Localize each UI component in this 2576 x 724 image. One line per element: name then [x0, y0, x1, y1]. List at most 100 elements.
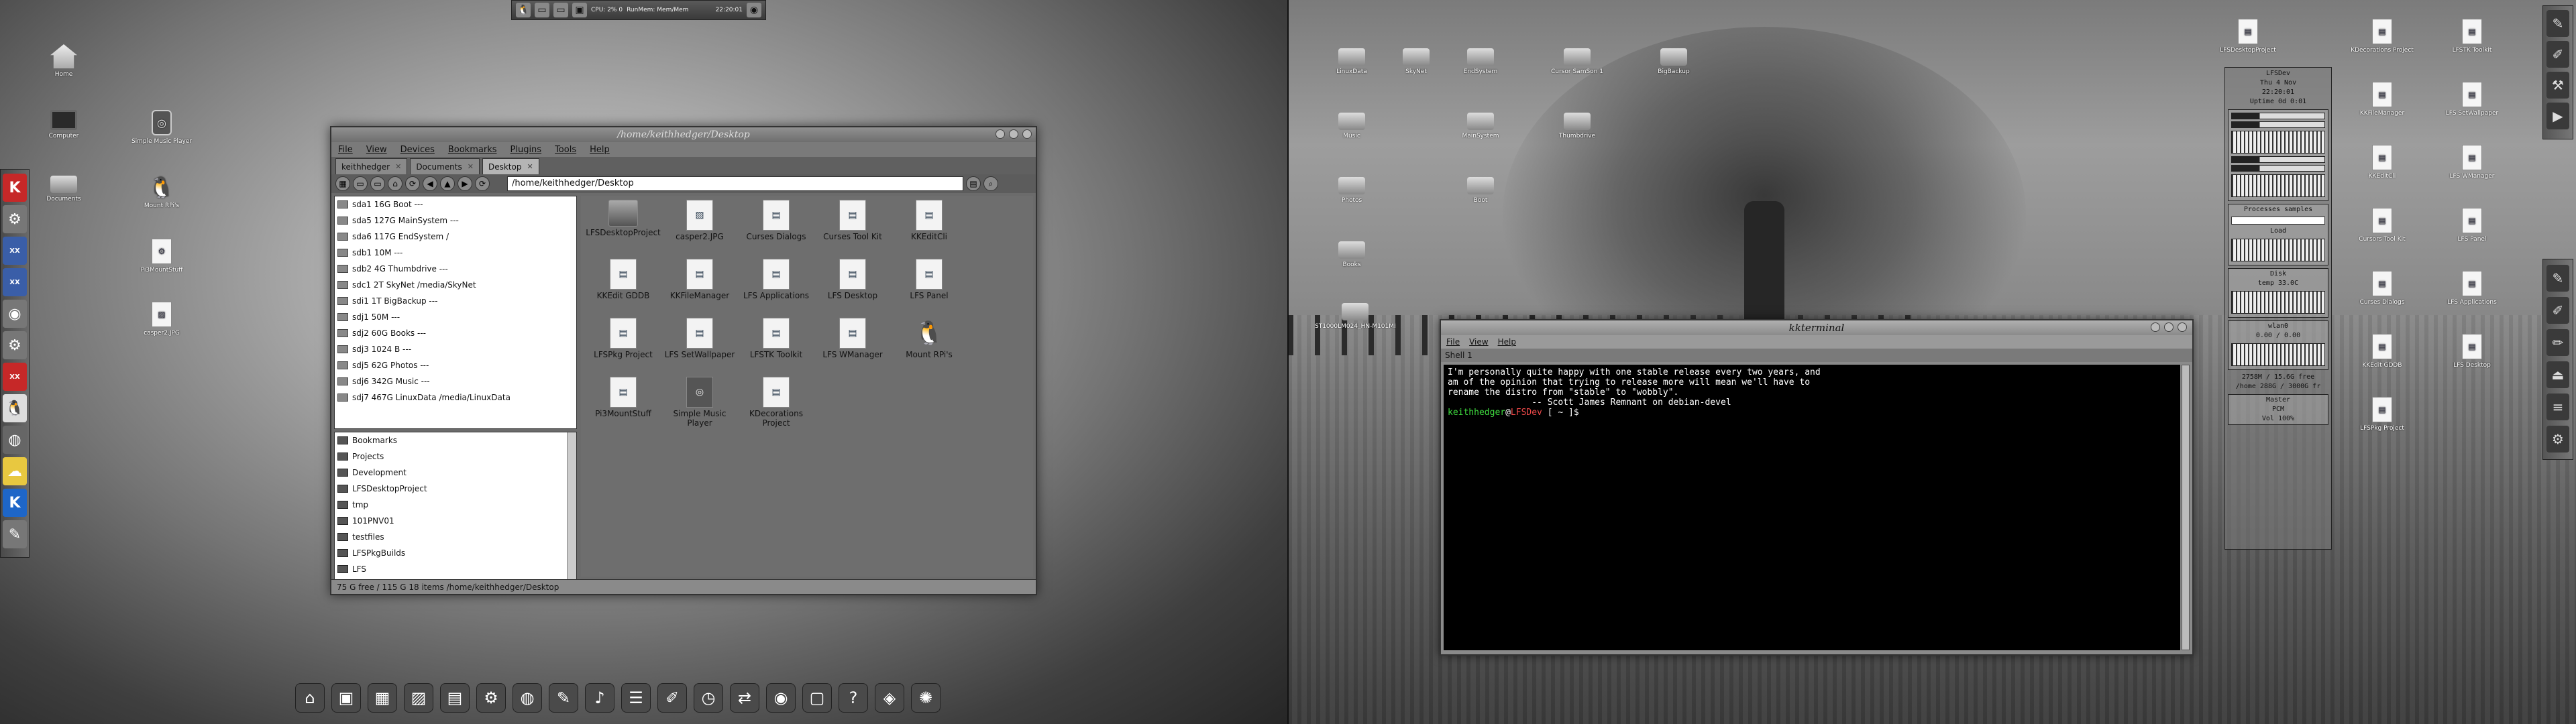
desktop-icon-endsystem[interactable]: EndSystem — [1444, 48, 1517, 75]
file-manager-titlebar[interactable]: /home/keithhedger/Desktop — [331, 127, 1036, 142]
kkterm-icon[interactable]: XX — [3, 363, 27, 391]
menu-help[interactable]: Help — [1498, 337, 1516, 347]
close-tab-icon[interactable]: ✕ — [468, 162, 474, 171]
new-file-icon[interactable]: ▭ — [370, 176, 385, 191]
refresh-icon[interactable]: ⟳ — [405, 176, 420, 191]
desktop-icon-project[interactable]: ▤ LFS WManager — [2435, 145, 2509, 180]
device-row[interactable]: sdj3 1024 B --- — [335, 341, 576, 357]
desktop-icon-computer[interactable]: Computer — [27, 110, 101, 139]
finder-icon[interactable]: ⌂ — [295, 683, 325, 713]
kkedit-icon[interactable]: ▣ — [331, 683, 361, 713]
desktop-icon-mount-rpis[interactable]: 🐧 Mount RPi's — [125, 176, 199, 210]
tab-shell-1[interactable]: Shell 1 — [1441, 349, 2192, 362]
bookmark-row[interactable]: Projects — [335, 448, 576, 465]
desktop-icon-project[interactable]: ▤ Curses Dialogs — [2345, 271, 2419, 306]
eject-icon[interactable]: ⏏ — [2546, 361, 2569, 388]
desktop-icon-cursor-samson[interactable]: Cursor SamSon 1 — [1540, 48, 1614, 75]
file-item[interactable]: ▤ LFS Applications — [738, 259, 814, 318]
close-tab-icon[interactable]: ✕ — [395, 162, 401, 171]
kde-blue-k-icon[interactable]: K — [3, 489, 27, 517]
desktop-icon-project[interactable]: ▤ LFSDesktopProject — [2211, 19, 2285, 54]
kkedit-alt-icon[interactable]: XX — [3, 268, 27, 296]
gear-icon[interactable]: ⚙ — [3, 205, 27, 233]
desktop-icon-st1000[interactable]: ST1000LM024_HN-M101MBB-1 — [1315, 303, 1395, 330]
tux-icon[interactable]: 🐧 — [3, 394, 27, 422]
bookmark-row[interactable]: tmp — [335, 497, 576, 513]
tool-icon[interactable]: ⚒ — [2546, 72, 2569, 99]
tool-icon[interactable]: ✎ — [3, 520, 27, 548]
file-item[interactable]: ▤ LFS WManager — [814, 318, 891, 377]
file-item[interactable]: ▤ LFSTK Toolkit — [738, 318, 814, 377]
tux-icon[interactable]: 🐧 — [516, 3, 531, 17]
menu-view[interactable]: View — [366, 145, 387, 155]
menu-bookmarks[interactable]: Bookmarks — [448, 145, 497, 155]
bookmark-row[interactable]: testfiles — [335, 529, 576, 545]
desktop-icon-casper2[interactable]: ▨ casper2.JPG — [125, 302, 199, 337]
desktop-icon-mainsystem[interactable]: MainSystem — [1444, 113, 1517, 139]
file-item[interactable]: ◎ Simple Music Player — [661, 377, 738, 436]
desktop-icon-project[interactable]: ▤ LFSPkg Project — [2345, 397, 2419, 432]
bookmark-row[interactable]: Bookmarks — [335, 432, 576, 448]
tab-documents[interactable]: Documents ✕ — [410, 158, 480, 174]
desktop-icon-music[interactable]: Music — [1315, 113, 1389, 139]
refresh-icon[interactable]: ⟳ — [475, 176, 490, 191]
gimp-icon[interactable]: ✎ — [549, 683, 578, 713]
image-viewer-icon[interactable]: ▨ — [404, 683, 433, 713]
desktop-icon-project[interactable]: ▤ KKEdit GDDB — [2345, 334, 2419, 369]
brush-icon[interactable]: ✐ — [2546, 41, 2569, 68]
gimp-icon[interactable]: ✎ — [2546, 10, 2569, 37]
settings-icon[interactable]: ⚙ — [2546, 426, 2569, 452]
search-icon[interactable]: ⌕ — [983, 176, 998, 191]
file-item[interactable]: 🐧 Mount RPi's — [891, 318, 967, 377]
device-row[interactable]: sdj1 50M --- — [335, 309, 576, 325]
home-icon[interactable]: ⌂ — [388, 176, 402, 191]
disk-icon[interactable]: ◉ — [766, 683, 796, 713]
desktop-icon-project[interactable]: ▤ LFS Applications — [2435, 271, 2509, 306]
file-item[interactable]: LFSDesktopProject — [585, 200, 661, 259]
bookmark-row[interactable]: LFSDesktopProject — [335, 481, 576, 497]
terminal-scrollbar[interactable] — [2182, 365, 2190, 650]
device-row[interactable]: sdi1 1T BigBackup --- — [335, 293, 576, 309]
terminal-icon[interactable]: ▤ — [440, 683, 470, 713]
desktop-icon-project[interactable]: ▤ LFS Panel — [2435, 208, 2509, 243]
pen-icon[interactable]: ✎ — [2546, 265, 2569, 292]
file-item[interactable]: ▨ casper2.JPG — [661, 200, 738, 259]
bookmark-row[interactable]: LFSPkgBuilds — [335, 545, 576, 561]
kkedit-icon[interactable]: XX — [3, 237, 27, 265]
menu-devices[interactable]: Devices — [400, 145, 435, 155]
file-item[interactable]: ▤ LFSPkg Project — [585, 318, 661, 377]
tab-desktop[interactable]: Desktop ✕ — [482, 158, 539, 174]
desktop-icon-project[interactable]: ▤ Cursors Tool Kit — [2345, 208, 2419, 243]
power-icon[interactable]: ◉ — [747, 3, 761, 17]
kde-k-icon[interactable]: K — [3, 174, 27, 202]
forward-icon[interactable]: ▶ — [458, 176, 472, 191]
play-icon[interactable]: ▶ — [2546, 103, 2569, 129]
disc-icon[interactable]: ◉ — [3, 300, 27, 328]
back-icon[interactable]: ◀ — [423, 176, 437, 191]
menu-file[interactable]: File — [1446, 337, 1460, 347]
desktop-icon-project[interactable]: ▤ LFS Desktop — [2435, 334, 2509, 369]
device-row[interactable]: sdj5 62G Photos --- — [335, 357, 576, 373]
cube-icon[interactable]: ▢ — [802, 683, 832, 713]
bookmark-row[interactable]: Development — [335, 465, 576, 481]
pencil-icon[interactable]: ✏ — [2546, 329, 2569, 356]
menu-file[interactable]: File — [338, 145, 353, 155]
close-tab-icon[interactable]: ✕ — [527, 162, 533, 171]
terminal-screen[interactable]: I'm personally quite happy with one stab… — [1444, 365, 2180, 650]
file-item[interactable]: ▤ LFS Desktop — [814, 259, 891, 318]
device-row[interactable]: sdj6 342G Music --- — [335, 373, 576, 389]
new-folder-icon[interactable]: ▭ — [353, 176, 368, 191]
close-button[interactable] — [1022, 129, 1032, 139]
files-icon[interactable]: ▦ — [368, 683, 397, 713]
desktop-icon-boot[interactable]: Boot — [1444, 177, 1517, 204]
maximize-button[interactable] — [2164, 322, 2174, 332]
clock-icon[interactable]: ◷ — [694, 683, 723, 713]
location-input[interactable]: /home/keithhedger/Desktop — [507, 176, 963, 191]
browser-icon[interactable]: ◍ — [513, 683, 542, 713]
bookmark-row[interactable]: LFS — [335, 561, 576, 577]
file-item[interactable]: ▤ Curses Tool Kit — [814, 200, 891, 259]
desktop-icon-project[interactable]: ▤ KKFileManager — [2345, 82, 2419, 117]
notes-icon[interactable]: ✐ — [657, 683, 687, 713]
desktop-icon-music-player[interactable]: ◎ Simple Music Player — [125, 110, 199, 145]
device-row[interactable]: sdb1 10M --- — [335, 245, 576, 261]
